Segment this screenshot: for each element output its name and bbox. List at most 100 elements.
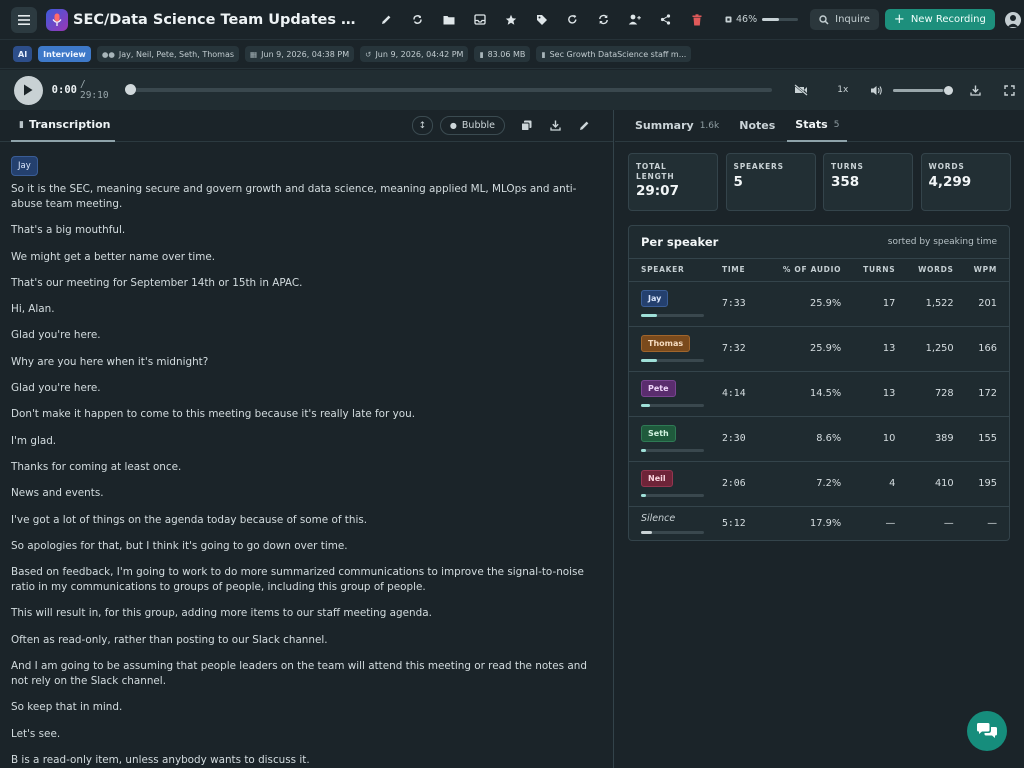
document-icon: ▮: [541, 49, 546, 59]
col-speaker: SPEAKER: [629, 259, 716, 282]
tab-notes[interactable]: Notes: [739, 110, 775, 142]
transcript-line[interactable]: This will result in, for this group, add…: [11, 606, 602, 621]
recording-meta-bar: AI Interview ●● Jay, Neil, Pete, Seth, Th…: [0, 40, 1024, 69]
transcript-line[interactable]: Let's see.: [11, 727, 602, 742]
participants-chip[interactable]: ●● Jay, Neil, Pete, Seth, Thomas: [96, 46, 240, 62]
transcript-line[interactable]: Why are you here when it's midnight?: [11, 355, 602, 370]
speaker-words: 1,522: [907, 281, 966, 327]
transcript-line[interactable]: Don't make it happen to come to this mee…: [11, 407, 602, 422]
transcript-line[interactable]: Based on feedback, I'm going to work to …: [11, 565, 602, 595]
download-icon[interactable]: [961, 85, 991, 96]
speaker-row[interactable]: Thomas 7:32 25.9% 13 1,250 166: [629, 326, 1009, 372]
volume-slider[interactable]: [893, 85, 953, 95]
seek-bar[interactable]: [124, 84, 773, 95]
transcript-line[interactable]: Often as read-only, rather than posting …: [11, 633, 602, 648]
download-icon[interactable]: [541, 116, 570, 135]
trash-icon[interactable]: [681, 6, 712, 34]
inquire-button[interactable]: Inquire: [810, 9, 879, 30]
transcript-line[interactable]: I'm glad.: [11, 434, 602, 449]
transcript-line[interactable]: Thanks for coming at least once.: [11, 460, 602, 475]
copy-icon[interactable]: [512, 116, 541, 135]
speaker-cell: Neil: [629, 461, 716, 507]
speaker-row[interactable]: Neil 2:06 7.2% 4 410 195: [629, 461, 1009, 507]
speaker-time: 5:12: [722, 517, 746, 529]
chat-bubble-icon: ●: [449, 121, 457, 130]
speaker-share-fill: [641, 530, 653, 534]
folder-icon[interactable]: [433, 6, 464, 34]
volume-icon[interactable]: [862, 85, 892, 96]
redo-icon[interactable]: [557, 6, 588, 34]
tag-icon[interactable]: [526, 6, 557, 34]
file-size-chip: ▮ 83.06 MB: [474, 46, 531, 62]
edit-icon[interactable]: [570, 116, 599, 135]
file-name-chip[interactable]: ▮ Sec Growth DataScience staff m...: [536, 46, 692, 62]
transcript-line[interactable]: I've got a lot of things on the agenda t…: [11, 513, 602, 528]
refresh-icon[interactable]: [402, 6, 433, 34]
tab-stats[interactable]: Stats 5: [787, 110, 848, 142]
speaker-row[interactable]: Pete 4:14 14.5% 13 728 172: [629, 371, 1009, 417]
per-speaker-rows: Jay 7:33 25.9% 17 1,522 201 Thomas 7:32 25.9% 13 1…: [629, 281, 1009, 540]
speaker-row[interactable]: Jay 7:33 25.9% 17 1,522 201: [629, 281, 1009, 327]
tab-summary[interactable]: Summary 1.6k: [635, 110, 719, 142]
inbox-icon[interactable]: [464, 6, 495, 34]
transcript-line[interactable]: So keep that in mind.: [11, 700, 602, 715]
transcript-line[interactable]: So it is the SEC, meaning secure and gov…: [11, 182, 602, 212]
speaker-cell: Silence: [629, 506, 716, 540]
share-icon[interactable]: [650, 6, 681, 34]
plus-icon: +: [893, 11, 905, 27]
transcript-line[interactable]: And I am going to be assuming that peopl…: [11, 659, 602, 689]
transcript-line[interactable]: B is a read-only item, unless anybody wa…: [11, 753, 602, 768]
recording-type-badge[interactable]: Interview: [38, 46, 91, 62]
speaker-time: 7:32: [716, 326, 767, 372]
speaker-share-bar: [641, 404, 704, 407]
transcript-line[interactable]: That's a big mouthful.: [11, 223, 602, 238]
speaker-time: 7:33: [716, 281, 767, 327]
user-plus-icon[interactable]: [619, 6, 650, 34]
tab-stats-count: 5: [833, 119, 840, 130]
speaker-percent: 14.5%: [766, 371, 854, 417]
speaker-share-bar: [641, 449, 704, 452]
fullscreen-icon[interactable]: [994, 84, 1024, 96]
participants-text: Jay, Neil, Pete, Seth, Thomas: [118, 49, 235, 59]
document-icon: ▮: [19, 119, 24, 130]
bubble-view-button[interactable]: ● Bubble: [439, 116, 505, 135]
speaker-cell: Pete: [629, 371, 716, 417]
created-date-text: Jun 9, 2026, 04:38 PM: [261, 49, 350, 59]
recording-title[interactable]: SEC/Data Science Team Updates and Announ…: [73, 12, 365, 28]
speaker-wpm: 172: [965, 371, 1009, 417]
speaker-words: 1,250: [907, 326, 966, 372]
transcript-line[interactable]: We might get a better name over time.: [11, 250, 602, 265]
speaker-row[interactable]: Silence 5:12 17.9% — — —: [629, 506, 1009, 540]
transcript-line[interactable]: That's our meeting for September 14th or…: [11, 276, 602, 291]
transcript-line[interactable]: So apologies for that, but I think it's …: [11, 539, 602, 554]
speaker-label[interactable]: Jay: [11, 156, 38, 176]
volume-handle[interactable]: [943, 85, 953, 95]
seek-handle[interactable]: [124, 84, 136, 95]
turns-label: TURNS: [831, 162, 864, 171]
chat-fab-button[interactable]: [967, 711, 1007, 751]
new-recording-button[interactable]: + New Recording: [884, 9, 995, 30]
transcript-line[interactable]: Hi, Alan.: [11, 302, 602, 317]
pencil-icon[interactable]: [371, 6, 402, 34]
user-avatar-icon[interactable]: [1004, 11, 1021, 28]
tab-transcription[interactable]: ▮ Transcription: [11, 110, 115, 142]
playback-speed-button[interactable]: 1x: [828, 85, 858, 95]
transcript-line[interactable]: News and events.: [11, 486, 602, 501]
menu-button[interactable]: [11, 6, 37, 33]
speaker-cell: Jay: [629, 281, 716, 327]
speaker-badge: Jay: [641, 290, 669, 307]
sort-icon[interactable]: ↕: [411, 116, 433, 135]
transcript-line[interactable]: Glad you're here.: [11, 328, 602, 343]
speaker-row[interactable]: Seth 2:30 8.6% 10 389 155: [629, 416, 1009, 462]
transcript-line[interactable]: Glad you're here.: [11, 381, 602, 396]
speaker-turns: 10: [853, 416, 908, 462]
per-speaker-title: Per speaker: [641, 235, 719, 249]
play-button[interactable]: [14, 75, 43, 105]
processing-progress: 46%: [724, 14, 799, 25]
speaker-turns: —: [885, 517, 896, 529]
speaker-wpm: 201: [965, 281, 1009, 327]
waveform-off-icon[interactable]: [786, 84, 816, 96]
star-icon[interactable]: [495, 6, 526, 34]
speaker-time: 2:06: [716, 461, 767, 507]
sync-icon[interactable]: [588, 6, 619, 34]
